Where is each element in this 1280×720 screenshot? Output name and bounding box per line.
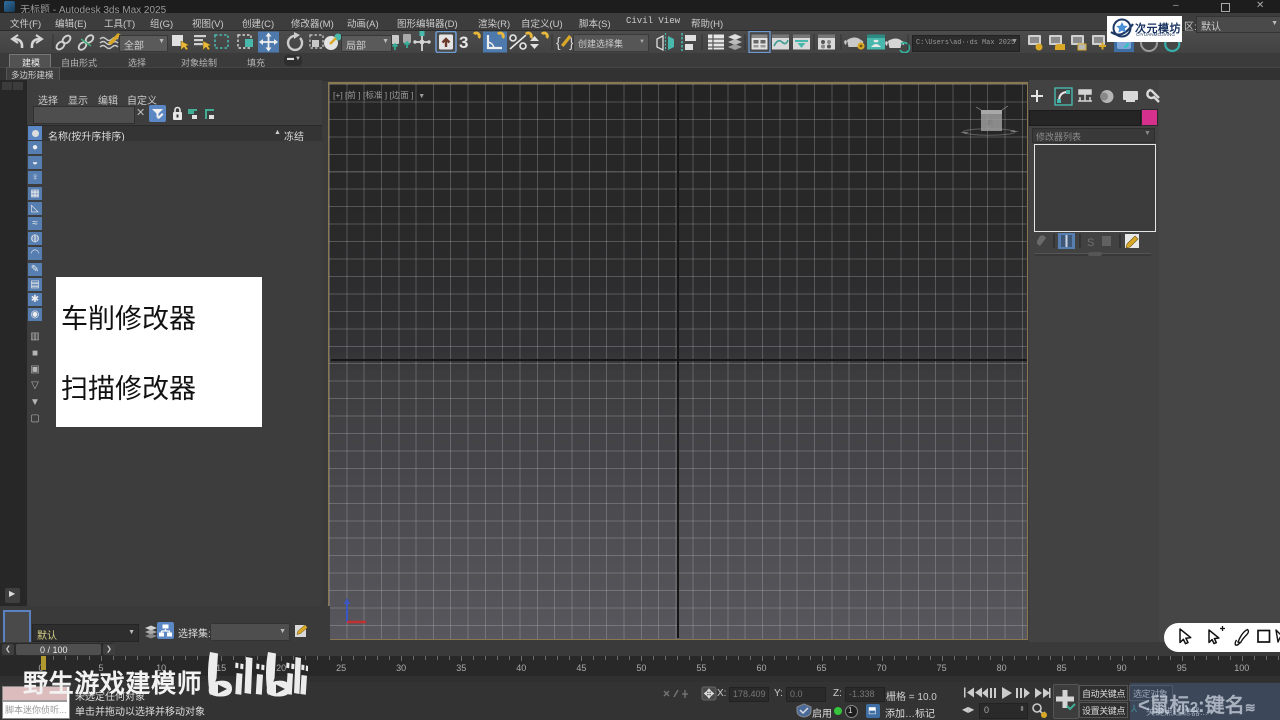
svg-text:前: 前 bbox=[987, 119, 993, 127]
svg-text:{: { bbox=[556, 34, 561, 50]
svg-text:S: S bbox=[1087, 237, 1094, 249]
svg-text:3: 3 bbox=[459, 33, 468, 52]
